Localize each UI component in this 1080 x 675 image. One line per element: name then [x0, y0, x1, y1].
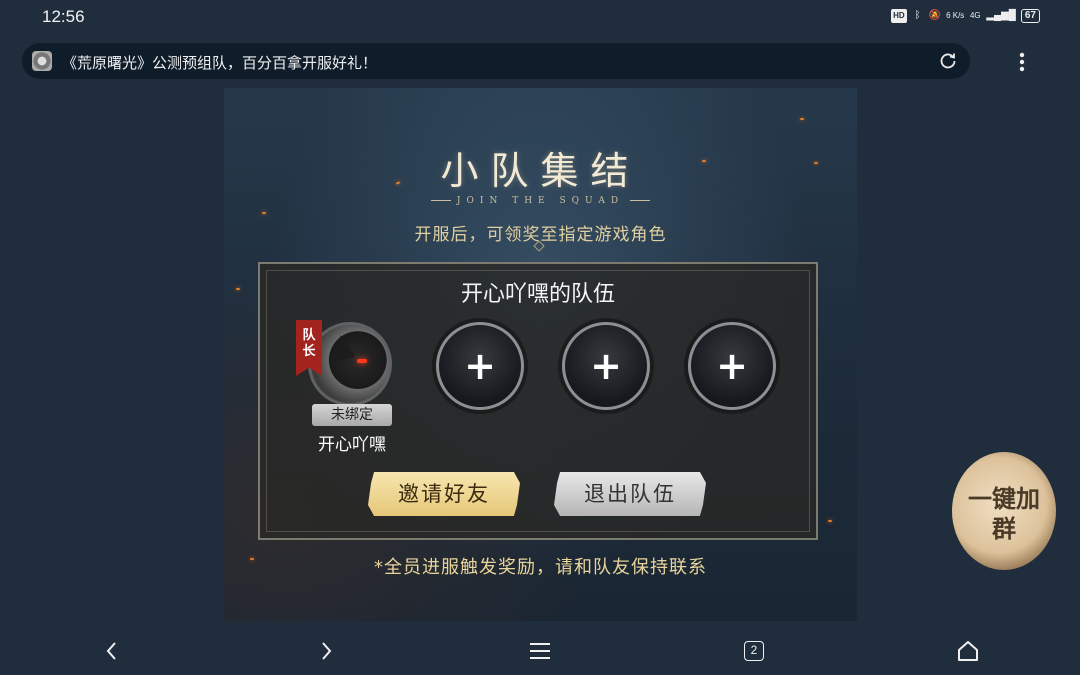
join-group-button[interactable]: 一键加群 [946, 444, 1064, 576]
status-bar: 12:56 HD ᛒ 🔕 6 K/s 4G ▂▄▆█ 67 [0, 0, 1080, 36]
unbound-status-badge: 未绑定 [312, 404, 392, 426]
empty-slot-3[interactable]: + [688, 322, 776, 410]
team-panel: 开心吖嘿的队伍 队长 未绑定 开心吖嘿 + + + 邀请好友 退出队伍 [258, 262, 818, 540]
hd-icon: HD [891, 9, 907, 23]
wolf-ear-shape [330, 333, 356, 361]
reload-icon[interactable] [938, 51, 958, 71]
forward-icon[interactable] [312, 637, 340, 665]
squad-heading: 小队集结 [440, 149, 641, 193]
home-icon[interactable] [954, 637, 982, 665]
leader-name: 开心吖嘿 [318, 435, 386, 455]
web-content: 小队集结 JOIN THE SQUAD 开服后，可领奖至指定游戏角色 开心吖嘿的… [224, 88, 857, 621]
leader-slot[interactable]: 队长 [296, 320, 392, 406]
signal-icon: ▂▄▆█ [986, 10, 1016, 21]
mute-icon: 🔕 [928, 10, 942, 21]
address-bar[interactable]: 《荒原曙光》公测预组队，百分百拿开服好礼！ [22, 43, 970, 79]
captain-badge: 队长 [302, 328, 316, 359]
ember-decoration [800, 118, 804, 120]
empty-slot-2[interactable]: + [562, 322, 650, 410]
wolf-eye-shape [357, 359, 367, 363]
leave-team-button[interactable]: 退出队伍 [554, 472, 706, 516]
team-name: 开心吖嘿的队伍 [460, 282, 615, 307]
add-member-icon[interactable]: + [439, 325, 521, 407]
more-options-icon[interactable] [1012, 50, 1032, 74]
back-icon[interactable] [98, 637, 126, 665]
network-type: 4G [969, 11, 981, 20]
tabs-button[interactable]: 2 [740, 637, 768, 665]
empty-slot-1[interactable]: + [436, 322, 524, 410]
invite-friend-button[interactable]: 邀请好友 [368, 472, 520, 516]
site-favicon-icon [32, 51, 52, 71]
status-icons: HD ᛒ 🔕 6 K/s 4G ▂▄▆█ 67 [891, 9, 1040, 23]
footer-note: *全员进服触发奖励，请和队友保持联系 [374, 557, 707, 578]
bottom-navigation: 2 [0, 625, 1080, 675]
ember-decoration [262, 212, 266, 214]
tab-count-icon[interactable]: 2 [744, 641, 764, 661]
add-member-icon[interactable]: + [565, 325, 647, 407]
add-member-icon[interactable]: + [691, 325, 773, 407]
ember-decoration [828, 520, 832, 522]
network-speed: 6 K/s [946, 11, 965, 20]
bluetooth-icon: ᛒ [914, 10, 921, 21]
menu-icon[interactable] [526, 637, 554, 665]
battery-icon: 67 [1020, 9, 1040, 23]
squad-subheading: JOIN THE SQUAD [224, 196, 857, 206]
join-group-label[interactable]: 一键加群 [966, 484, 1042, 544]
page-title[interactable]: 《荒原曙光》公测预组队，百分百拿开服好礼！ [62, 52, 377, 73]
ember-decoration [236, 288, 240, 290]
clock: 12:56 [42, 7, 85, 26]
